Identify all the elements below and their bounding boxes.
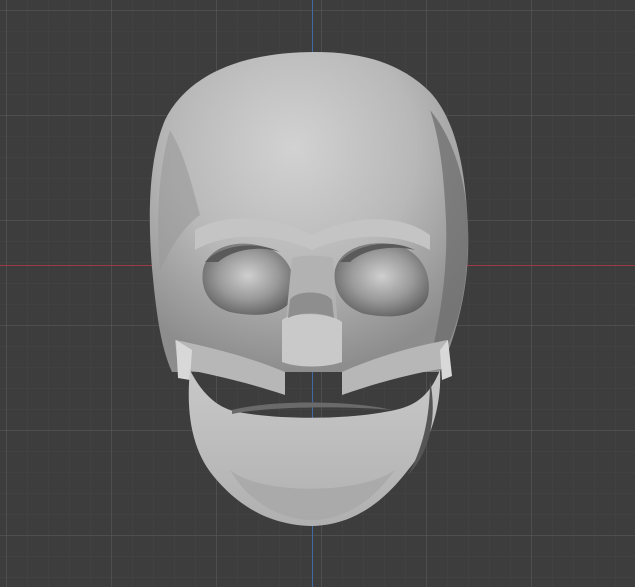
3d-viewport[interactable] (0, 0, 635, 587)
skull-model[interactable] (0, 0, 635, 587)
nasal-cavity (282, 314, 342, 367)
mouth-shadow (232, 402, 392, 414)
